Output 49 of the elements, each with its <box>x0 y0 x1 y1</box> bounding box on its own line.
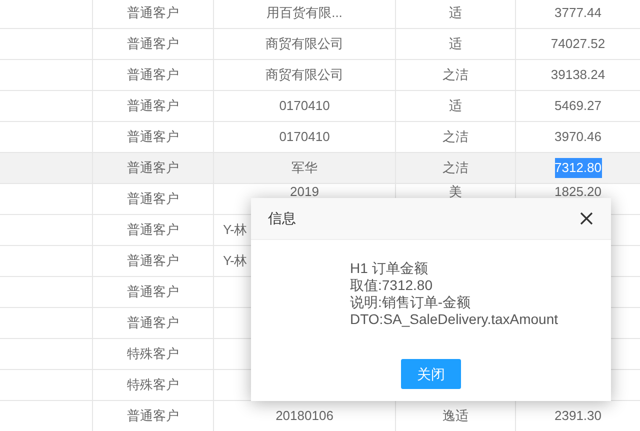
table-cell-text: 普通客户 <box>127 283 179 302</box>
dialog-title: 信息 <box>268 209 296 228</box>
table-row[interactable]: 普通客户 用百货有限... 适 3777.44 <box>0 0 640 29</box>
table-cell: 1825.20 <box>554 184 602 199</box>
table-cell-text: 商贸有限公司 <box>266 35 344 54</box>
table-cell-text: 普通客户 <box>127 4 179 22</box>
table-cell-text: 20180106 <box>276 407 334 426</box>
table-cell-text: 特殊客户 <box>127 345 179 364</box>
table-cell-text: 74027.52 <box>550 35 606 54</box>
table-cell-text: 之洁 <box>442 66 468 84</box>
table-cell-text: 39138.24 <box>550 66 606 84</box>
table-cell-text: 之洁 <box>442 159 468 178</box>
table-row[interactable]: 普通客户 军华 之洁 7312.80 <box>0 153 640 184</box>
table-cell-text: 普通客户 <box>127 190 179 208</box>
table-cell: 7312.80 <box>554 158 602 178</box>
table-cell-text: 普通客户 <box>127 252 179 270</box>
table-cell-text: 军华 <box>292 159 318 178</box>
table-cell-text: Y-林 <box>223 252 246 270</box>
table-cell-text: 逸适 <box>442 407 468 426</box>
table-cell-text: 普通客户 <box>127 128 179 146</box>
table-row[interactable]: 普通客户 0170410 适 5469.27 <box>0 91 640 122</box>
table-cell-text: 普通客户 <box>127 221 179 240</box>
dialog-message: H1 订单金额 取值:7312.80 说明:销售订单-金额 DTO:SA_SaleDelivery.taxAmount <box>350 260 560 328</box>
table-cell-text: 0170410 <box>279 97 330 116</box>
table-cell-text: 普通客户 <box>127 66 179 84</box>
table-cell-text: 特殊客户 <box>127 376 179 394</box>
table-cell-text: 用百货有限... <box>266 4 342 22</box>
table-cell-text: 普通客户 <box>127 159 179 178</box>
table-cell-text: 普通客户 <box>127 35 179 54</box>
table-row[interactable]: 普通客户 商贸有限公司 适 74027.52 <box>0 29 640 60</box>
table-row[interactable]: 普通客户 商贸有限公司 之洁 39138.24 <box>0 60 640 91</box>
table-cell: 美 <box>449 184 462 199</box>
table-cell-text: 3970.46 <box>554 128 602 146</box>
table-cell-text: 普通客户 <box>127 314 179 332</box>
table-cell-text: 适 <box>449 35 462 54</box>
table-cell-text: 5469.27 <box>554 97 602 116</box>
table-cell-text: 普通客户 <box>127 407 179 426</box>
table-cell-text: 商贸有限公司 <box>266 66 344 84</box>
table-cell-text: Y-林 <box>223 221 246 240</box>
table-cell-text: 适 <box>449 4 462 22</box>
table-row[interactable]: 普通客户 0170410 之洁 3970.46 <box>0 122 640 153</box>
table-cell-text: 之洁 <box>442 128 468 146</box>
close-icon[interactable] <box>580 212 593 225</box>
table-cell-text: 2391.30 <box>554 407 602 426</box>
table-cell-text: 3777.44 <box>554 4 602 22</box>
table-cell-text: 适 <box>449 97 462 116</box>
table-cell-text: 0170410 <box>279 128 330 146</box>
table-cell-text: 普通客户 <box>127 97 179 116</box>
table-cell: 2019 <box>290 184 319 199</box>
